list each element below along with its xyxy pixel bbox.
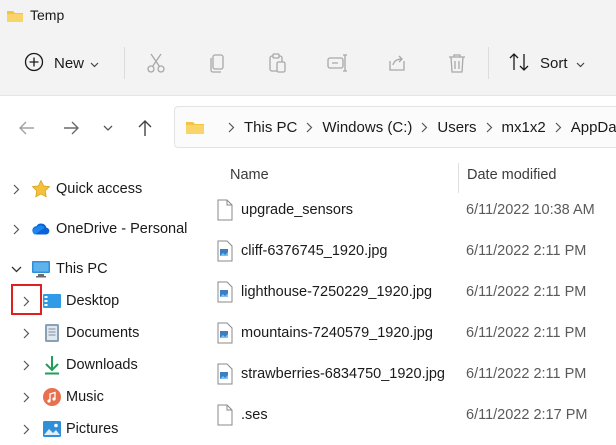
address-bar[interactable]: This PC Windows (C:) Users mx1x2 AppData (174, 106, 616, 148)
nav-item-documents[interactable]: Documents (0, 317, 196, 349)
breadcrumb-users[interactable]: Users (437, 119, 476, 136)
chevron-right-icon (306, 122, 313, 133)
file-list: Name Date modified upgrade_sensors 6/11/… (196, 159, 616, 445)
breadcrumb-appdata[interactable]: AppData (571, 119, 616, 136)
file-name: upgrade_sensors (241, 202, 354, 218)
breadcrumb-this-pc[interactable]: This PC (244, 119, 297, 136)
back-arrow-icon[interactable] (16, 117, 38, 139)
table-row[interactable]: .ses 6/11/2022 2:17 PM (196, 400, 616, 432)
command-bar: New Sort (0, 30, 616, 96)
file-date: 6/11/2022 2:11 PM (466, 284, 587, 300)
documents-icon (42, 323, 62, 343)
chevron-down-icon (576, 55, 585, 71)
image-file-icon (216, 281, 234, 303)
plus-circle-icon (24, 52, 44, 75)
table-row[interactable]: mountains-7240579_1920.jpg 6/11/2022 2:1… (196, 318, 616, 350)
nav-item-quick-access[interactable]: Quick access (0, 173, 196, 205)
image-file-icon (216, 240, 234, 262)
title-bar: Temp (0, 0, 616, 30)
table-row[interactable]: strawberries-6834750_1920.jpg 6/11/2022 … (196, 359, 616, 391)
file-icon (216, 404, 234, 426)
download-icon (42, 355, 62, 375)
cut-icon[interactable] (145, 52, 167, 74)
computer-icon (31, 259, 51, 279)
file-name: cliff-6376745_1920.jpg (241, 243, 388, 259)
column-separator[interactable] (458, 163, 459, 193)
file-icon (216, 199, 234, 221)
file-date: 6/11/2022 10:38 AM (466, 202, 595, 218)
cloud-icon (31, 219, 51, 239)
chevron-right-icon[interactable] (19, 358, 33, 372)
delete-icon[interactable] (446, 52, 468, 74)
nav-item-label: Documents (66, 325, 140, 341)
chevron-down-icon (90, 55, 99, 71)
chevron-right-icon (421, 122, 428, 133)
nav-item-label: Desktop (66, 293, 120, 309)
chevron-right-icon (555, 122, 562, 133)
column-header-date-modified[interactable]: Date modified (467, 167, 556, 183)
rename-icon[interactable] (326, 52, 348, 74)
file-date: 6/11/2022 2:11 PM (466, 243, 587, 259)
window-title: Temp (30, 7, 65, 23)
share-icon[interactable] (386, 52, 408, 74)
nav-item-label: Pictures (66, 421, 119, 437)
desktop-icon (42, 291, 62, 311)
nav-item-music[interactable]: Music (0, 381, 196, 413)
paste-icon[interactable] (266, 52, 288, 74)
chevron-right-icon[interactable] (9, 182, 23, 196)
chevron-right-icon[interactable] (19, 390, 33, 404)
highlight-box (11, 284, 42, 315)
folder-icon (6, 9, 24, 26)
nav-item-label: This PC (56, 261, 108, 277)
table-row[interactable]: upgrade_sensors 6/11/2022 10:38 AM (196, 195, 616, 227)
chevron-right-icon[interactable] (19, 422, 33, 436)
forward-arrow-icon[interactable] (60, 117, 82, 139)
table-row[interactable]: lighthouse-7250229_1920.jpg 6/11/2022 2:… (196, 277, 616, 309)
nav-item-downloads[interactable]: Downloads (0, 349, 196, 381)
image-file-icon (216, 363, 234, 385)
nav-item-label: Music (66, 389, 104, 405)
toolbar-separator (124, 47, 125, 79)
up-arrow-icon[interactable] (134, 117, 156, 139)
file-date: 6/11/2022 2:11 PM (466, 366, 587, 382)
chevron-right-icon (486, 122, 493, 133)
image-file-icon (216, 322, 234, 344)
star-icon (31, 179, 51, 199)
toolbar-separator (488, 47, 489, 79)
file-name: strawberries-6834750_1920.jpg (241, 366, 445, 382)
file-date: 6/11/2022 2:17 PM (466, 407, 588, 423)
folder-icon (185, 120, 205, 135)
nav-item-label: OneDrive - Personal (56, 221, 188, 237)
column-header-name[interactable]: Name (230, 167, 269, 183)
file-name: mountains-7240579_1920.jpg (241, 325, 433, 341)
address-row: This PC Windows (C:) Users mx1x2 AppData (0, 97, 616, 159)
breadcrumb-user[interactable]: mx1x2 (502, 119, 546, 136)
recent-locations-chevron-icon[interactable] (101, 117, 123, 139)
sort-icon (508, 52, 530, 75)
nav-item-pictures[interactable]: Pictures (0, 413, 196, 445)
copy-icon[interactable] (206, 52, 228, 74)
chevron-right-icon[interactable] (9, 222, 23, 236)
file-name: .ses (241, 407, 268, 423)
navigation-pane: Quick access OneDrive - Personal This PC… (0, 159, 196, 445)
music-icon (42, 387, 62, 407)
sort-button-label: Sort (540, 54, 568, 72)
nav-item-onedrive[interactable]: OneDrive - Personal (0, 213, 196, 245)
file-date: 6/11/2022 2:11 PM (466, 325, 587, 341)
new-button[interactable]: New (24, 30, 99, 96)
chevron-right-icon (228, 122, 235, 133)
file-name: lighthouse-7250229_1920.jpg (241, 284, 433, 300)
chevron-right-icon[interactable] (19, 326, 33, 340)
nav-item-label: Quick access (56, 181, 143, 197)
new-button-label: New (54, 54, 85, 72)
pictures-icon (42, 419, 62, 439)
nav-item-label: Downloads (66, 357, 138, 373)
sort-button[interactable]: Sort (508, 30, 585, 96)
chevron-down-icon[interactable] (9, 262, 23, 276)
table-row[interactable]: cliff-6376745_1920.jpg 6/11/2022 2:11 PM (196, 236, 616, 268)
nav-item-this-pc[interactable]: This PC (0, 253, 196, 285)
breadcrumb-windows-c[interactable]: Windows (C:) (322, 119, 412, 136)
